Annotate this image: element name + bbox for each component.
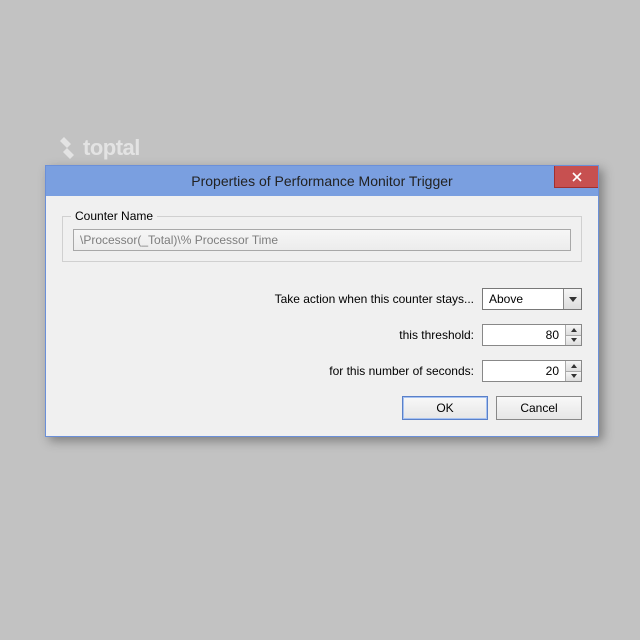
brand-logo: toptal bbox=[60, 135, 140, 161]
threshold-spinner[interactable]: 80 bbox=[482, 324, 582, 346]
settings-rows: Take action when this counter stays... A… bbox=[62, 288, 582, 382]
threshold-label: this threshold: bbox=[399, 328, 474, 342]
dialog-buttons: OK Cancel bbox=[62, 396, 582, 420]
seconds-spin-buttons bbox=[565, 361, 581, 381]
seconds-spinner[interactable]: 20 bbox=[482, 360, 582, 382]
dialog-window: Properties of Performance Monitor Trigge… bbox=[45, 165, 599, 437]
ok-button[interactable]: OK bbox=[402, 396, 488, 420]
dialog-title: Properties of Performance Monitor Trigge… bbox=[46, 173, 598, 189]
condition-label: Take action when this counter stays... bbox=[275, 292, 474, 306]
toptal-icon bbox=[60, 137, 78, 159]
counter-name-field[interactable]: \Processor(_Total)\% Processor Time bbox=[73, 229, 571, 251]
counter-name-legend: Counter Name bbox=[71, 209, 157, 223]
condition-combobox[interactable]: Above bbox=[482, 288, 582, 310]
chevron-up-icon bbox=[571, 364, 577, 368]
close-icon bbox=[572, 172, 582, 182]
threshold-spin-down[interactable] bbox=[566, 336, 581, 346]
chevron-down-icon bbox=[571, 374, 577, 378]
seconds-row: for this number of seconds: 20 bbox=[62, 360, 582, 382]
condition-value: Above bbox=[489, 292, 523, 306]
titlebar[interactable]: Properties of Performance Monitor Trigge… bbox=[46, 166, 598, 196]
threshold-row: this threshold: 80 bbox=[62, 324, 582, 346]
chevron-up-icon bbox=[571, 328, 577, 332]
close-button[interactable] bbox=[554, 166, 598, 188]
dialog-body: Counter Name \Processor(_Total)\% Proces… bbox=[46, 196, 598, 436]
threshold-spin-buttons bbox=[565, 325, 581, 345]
chevron-down-icon bbox=[569, 297, 577, 302]
threshold-spin-up[interactable] bbox=[566, 325, 581, 336]
seconds-label: for this number of seconds: bbox=[329, 364, 474, 378]
counter-name-group: Counter Name \Processor(_Total)\% Proces… bbox=[62, 216, 582, 262]
chevron-down-icon bbox=[571, 338, 577, 342]
cancel-button[interactable]: Cancel bbox=[496, 396, 582, 420]
brand-text: toptal bbox=[83, 135, 140, 161]
seconds-value[interactable]: 20 bbox=[483, 364, 565, 378]
condition-row: Take action when this counter stays... A… bbox=[62, 288, 582, 310]
threshold-value[interactable]: 80 bbox=[483, 328, 565, 342]
seconds-spin-up[interactable] bbox=[566, 361, 581, 372]
combobox-arrow[interactable] bbox=[563, 289, 581, 309]
seconds-spin-down[interactable] bbox=[566, 372, 581, 382]
